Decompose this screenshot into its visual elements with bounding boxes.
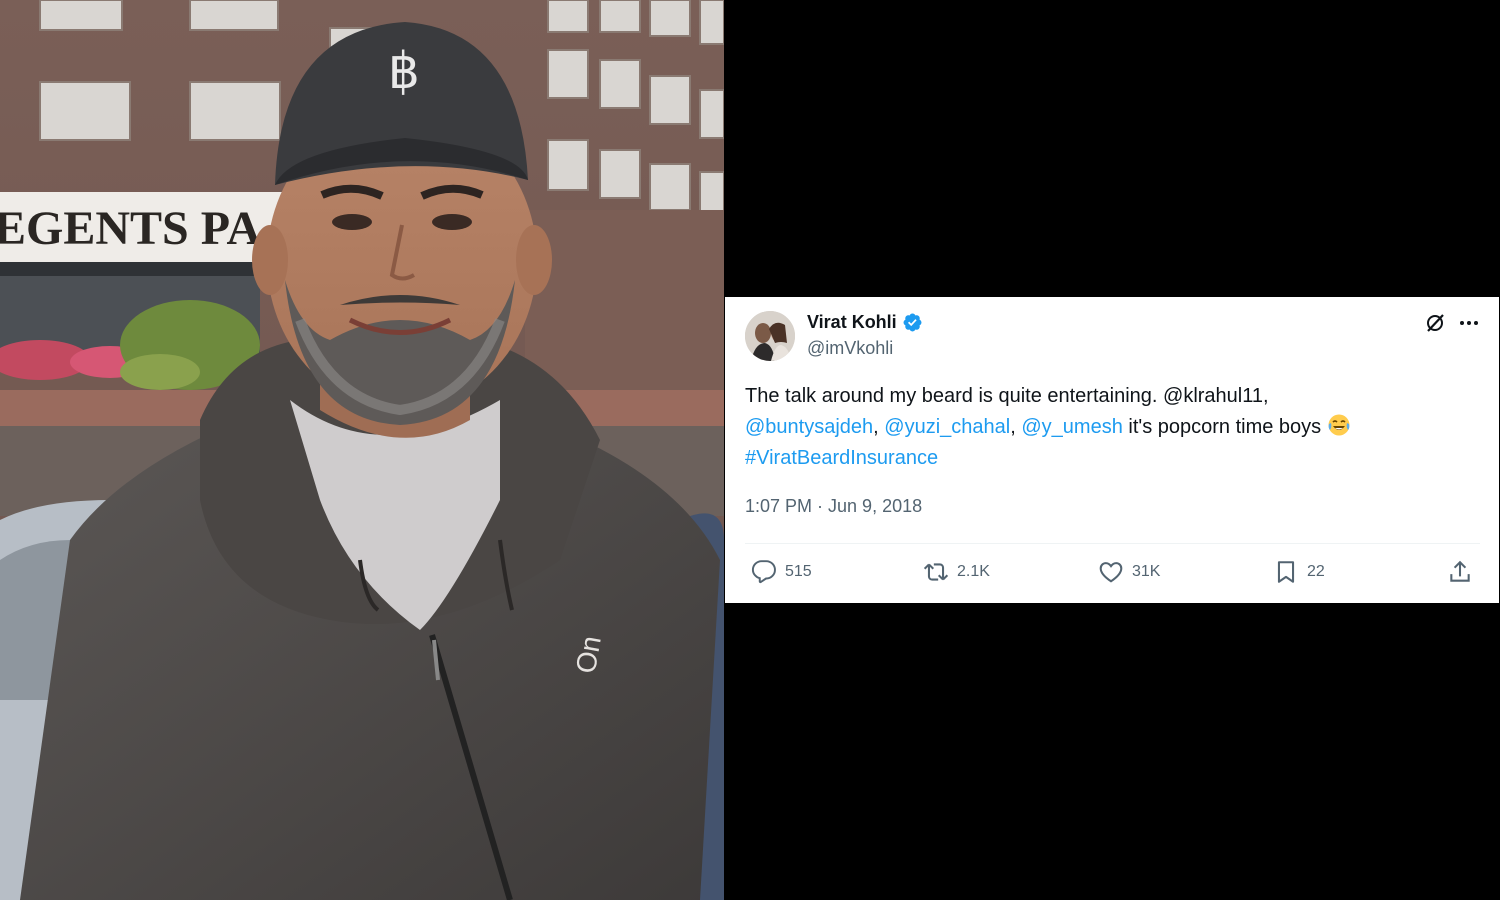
composite-image: EGENTS PA On ฿ Virat Kohli @imVkohli The…	[0, 0, 1500, 900]
tweet-timestamp[interactable]: 1:07 PM · Jun 9, 2018	[745, 496, 922, 517]
tweet-text-separator: ,	[1010, 416, 1022, 438]
tweet-text-separator: ,	[873, 416, 885, 438]
share-icon	[1450, 560, 1470, 582]
tweet-text: The talk around my beard is quite entert…	[745, 381, 1475, 474]
grok-icon[interactable]	[1425, 313, 1445, 333]
tweet-actions: 515 2.1K 31K 22	[745, 559, 1480, 589]
like-icon	[1099, 562, 1123, 583]
author-name-row[interactable]: Virat Kohli	[807, 312, 923, 333]
share-button[interactable]	[1447, 559, 1481, 585]
reply-button[interactable]: 515	[751, 559, 812, 585]
mention-link[interactable]: @y_umesh	[1021, 416, 1122, 438]
like-count: 31K	[1132, 563, 1161, 580]
like-button[interactable]: 31K	[1098, 559, 1160, 585]
verified-badge-icon	[902, 312, 923, 333]
photo-panel: EGENTS PA On ฿	[0, 0, 724, 900]
retweet-count: 2.1K	[957, 563, 990, 580]
avatar-image	[745, 311, 795, 361]
more-icon[interactable]	[1458, 313, 1480, 333]
cap-logo: ฿	[388, 42, 420, 100]
sign-text: EGENTS PA	[0, 202, 262, 255]
hashtag-link[interactable]: #ViratBeardInsurance	[745, 447, 938, 469]
svg-text:On: On	[570, 634, 607, 676]
tweet-text-part: it's popcorn time boys	[1122, 416, 1327, 438]
tweet-text-part: The talk around my beard is quite entert…	[745, 385, 1269, 407]
portrait-photo: EGENTS PA On ฿	[0, 0, 724, 900]
mention-link[interactable]: @yuzi_chahal	[884, 416, 1010, 438]
mention-link[interactable]: @buntysajdeh	[745, 416, 873, 438]
author-handle[interactable]: @imVkohli	[807, 338, 893, 359]
author-name[interactable]: Virat Kohli	[807, 312, 897, 333]
retweet-button[interactable]: 2.1K	[923, 559, 990, 585]
bookmark-count: 22	[1307, 563, 1325, 580]
reply-icon	[751, 560, 776, 584]
bookmark-button[interactable]: 22	[1273, 559, 1325, 585]
divider	[745, 543, 1480, 544]
reply-count: 515	[785, 563, 812, 580]
tweet-card[interactable]: Virat Kohli @imVkohli The talk around my…	[725, 297, 1499, 603]
bookmark-icon	[1277, 561, 1295, 583]
retweet-icon	[923, 563, 949, 581]
avatar[interactable]	[745, 311, 795, 361]
tears-of-joy-emoji-icon	[1327, 413, 1351, 437]
